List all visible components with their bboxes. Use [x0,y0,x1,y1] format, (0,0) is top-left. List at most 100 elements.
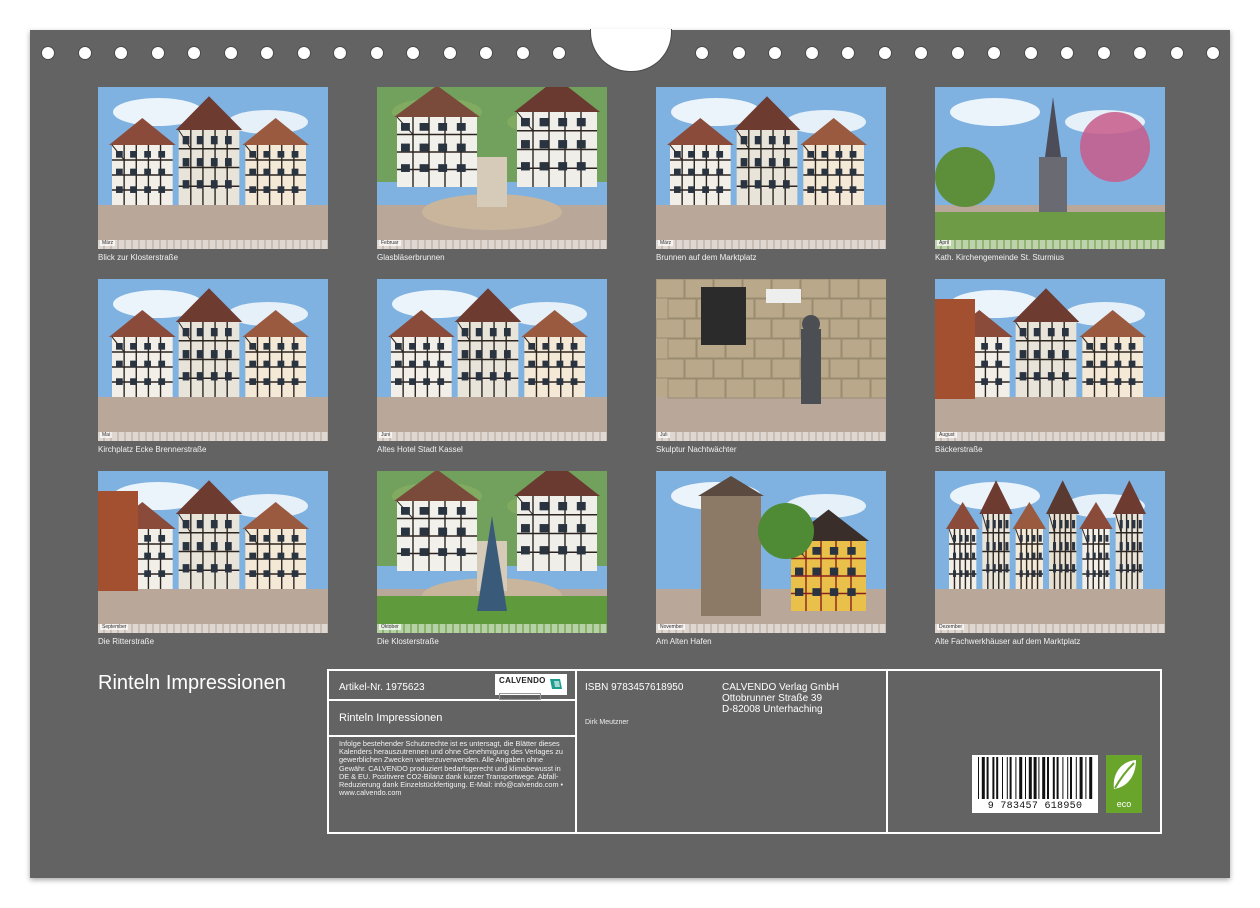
photo-caption: Kath. Kirchengemeinde St. Sturmius [935,253,1064,262]
binding-hole [479,46,493,60]
photo-illustration [656,87,886,249]
photo-caption: Die Ritterstraße [98,637,155,646]
binding-hole [950,46,965,60]
binding-hole [841,46,855,60]
calendar-title: Rinteln Impressionen [98,672,286,694]
month-tile: Dezember Alte Fachwerkhäuser auf dem Mar… [935,471,1165,646]
calendar-strip [656,240,886,249]
calendar-strip [935,432,1165,441]
month-tile: Oktober Die Klosterstraße [377,471,607,646]
photo-illustration [377,279,607,441]
month-label: September [100,624,129,630]
binding-hole [877,46,892,60]
calendar-strip [98,624,328,633]
binding-hole [515,46,530,60]
photo-illustration [935,279,1165,441]
series-title: Rinteln Impressionen [339,712,443,724]
eco-badge: eco [1106,755,1142,813]
binding-hole [260,46,274,60]
article-number: Artikel-Nr. 1975623 [339,682,425,693]
month-photo: April [935,87,1165,249]
binding-hole [1023,46,1038,60]
month-tile: März Blick zur Klosterstraße [98,87,328,262]
month-tile: September Die Ritterstraße [98,471,328,646]
publisher-line: CALVENDO Verlag GmbH [722,682,840,693]
calendar-back-cover: März Blick zur Klosterstraße Februar Gla… [30,29,1230,878]
binding-hole [296,46,311,60]
binding-hole [442,46,457,60]
month-label: Oktober [379,624,401,630]
month-tile: Mai Kirchplatz Ecke Brennerstraße [98,279,328,454]
binding-hole [987,46,1001,60]
publisher-line: D-82008 Unterhaching [722,704,823,715]
month-label: April [937,240,952,246]
month-photo: November [656,471,886,633]
photo-illustration [935,471,1165,633]
author: Dirk Meutzner [585,719,629,726]
binding-hole [41,46,55,60]
month-tile: November Am Alten Hafen [656,471,886,646]
publisher-line: Ottobrunner Straße 39 [722,693,823,704]
month-tile: Juli Skulptur Nachtwächter [656,279,886,454]
month-tile: April Kath. Kirchengemeinde St. Sturmius [935,87,1165,262]
photo-illustration [98,279,328,441]
binding-hole [369,46,384,60]
month-tile: Februar Glasbläserbrunnen [377,87,607,262]
leaf-icon [1113,760,1136,789]
calendar-strip [935,624,1165,633]
calendar-strip [377,240,607,249]
photo-illustration [377,471,607,633]
photo-illustration [656,471,886,633]
calvendo-flag-icon [550,679,562,689]
binding-hole [406,46,420,60]
binding-hole [150,46,165,60]
binding-hole [1133,46,1147,60]
month-label: November [658,624,686,630]
binding-hole [114,46,128,60]
month-photo: Juni [377,279,607,441]
calendar-strip [98,240,328,249]
binding-hole [1060,46,1074,60]
photo-illustration [98,87,328,249]
month-photo: Mai [98,279,328,441]
calendar-strip [656,624,886,633]
calendar-strip [98,432,328,441]
month-photo: Februar [377,87,607,249]
photo-caption: Blick zur Klosterstraße [98,253,179,262]
calendar-strip [935,240,1165,249]
photo-illustration [377,87,607,249]
month-label: März [100,240,116,246]
publisher-address: CALVENDO Verlag GmbH Ottobrunner Straße … [722,682,839,715]
photo-caption: Bäckerstraße [935,445,983,454]
binding-hole [695,46,709,60]
binding-hole [77,46,92,60]
binding-hole [768,46,782,60]
info-column-article: Artikel-Nr. 1975623 CALVENDO Dein Kalend… [329,671,577,832]
photo-illustration [98,471,328,633]
month-label: Juni [379,432,393,438]
photo-caption: Skulptur Nachtwächter [656,445,737,454]
info-panel: Artikel-Nr. 1975623 CALVENDO Dein Kalend… [327,669,1162,834]
month-photo: Dezember [935,471,1165,633]
month-photo: August [935,279,1165,441]
month-tile: Juni Altes Hotel Stadt Kassel [377,279,607,454]
month-label: August [937,432,957,438]
month-label: Dezember [937,624,965,630]
month-photo: März [98,87,328,249]
photo-caption: Alte Fachwerkhäuser auf dem Marktplatz [935,637,1081,646]
eco-label: eco [1116,799,1132,809]
month-label: März [658,240,674,246]
binding-hole [1169,46,1184,60]
month-photo: März [656,87,886,249]
calvendo-logo: CALVENDO Dein Kalenderverlag [495,674,567,700]
binding-hole [552,46,566,60]
binding-hole [731,46,746,60]
barcode-bars [978,757,1093,799]
calendar-strip [377,432,607,441]
month-label: Februar [379,240,401,246]
photo-caption: Die Klosterstraße [377,637,439,646]
binding-hole [223,46,238,60]
month-photo: Oktober [377,471,607,633]
legal-notice: Infolge bestehender Schutzrechte ist es … [339,739,564,798]
photo-caption: Brunnen auf dem Marktplatz [656,253,757,262]
